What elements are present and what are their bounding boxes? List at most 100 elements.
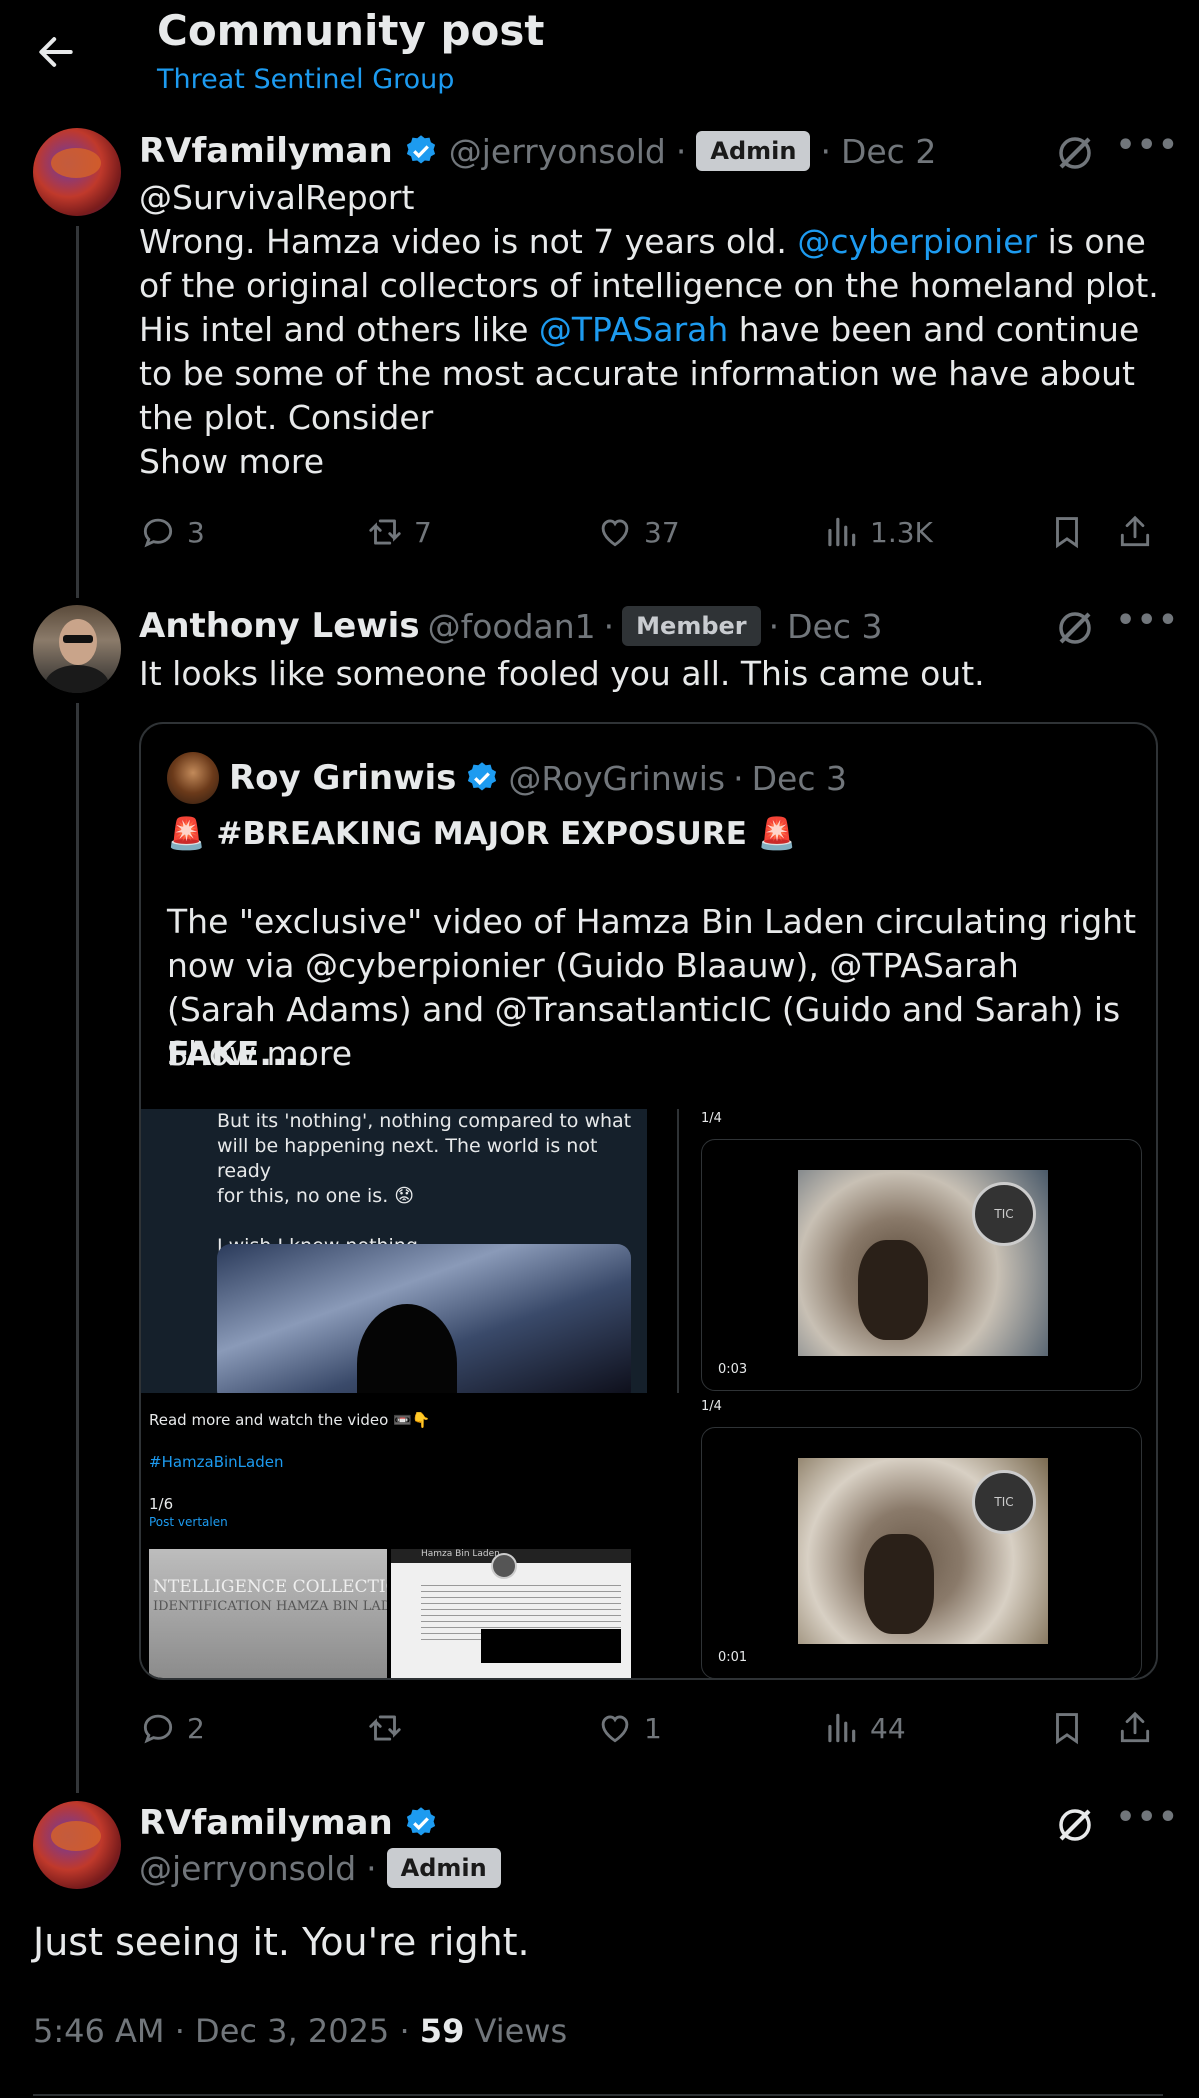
mention-link[interactable]: @cyberpionier bbox=[797, 222, 1037, 261]
analytics-icon bbox=[828, 517, 856, 547]
views-button[interactable]: 44 bbox=[822, 1709, 906, 1747]
caption-line: for this, no one is. 😟 bbox=[217, 1185, 415, 1207]
avatar bbox=[167, 752, 219, 804]
document-cover: NTELLIGENCE COLLECTIO IDENTIFICATION HAM… bbox=[149, 1549, 387, 1678]
separator: · bbox=[174, 2012, 196, 2050]
back-button[interactable] bbox=[34, 30, 78, 74]
author-name[interactable]: Anthony Lewis bbox=[139, 606, 420, 646]
post-header: Anthony Lewis @foodan1 · Member · Dec 3 bbox=[139, 603, 882, 649]
quote-header: Roy Grinwis @RoyGrinwis · Dec 3 bbox=[229, 752, 847, 804]
like-button[interactable]: 1 bbox=[596, 1709, 662, 1747]
video-counter: 1/4 bbox=[701, 1111, 722, 1126]
document-page: Hamza Bin Laden bbox=[391, 1549, 631, 1678]
repost-count: 7 bbox=[414, 515, 432, 549]
media-image-2[interactable]: Read more and watch the video 📼👇 #HamzaB… bbox=[141, 1399, 647, 1678]
post-header: RVfamilyman @jerryonsold · Admin · Dec 2 bbox=[139, 128, 936, 174]
views-button[interactable]: 1.3K bbox=[822, 513, 933, 551]
avatar[interactable] bbox=[33, 1801, 121, 1889]
video-duration: 0:03 bbox=[718, 1362, 748, 1377]
divider bbox=[677, 1109, 679, 1393]
grok-icon[interactable] bbox=[1054, 132, 1096, 174]
mention-link[interactable]: @SurvivalReport bbox=[139, 176, 414, 220]
post-time[interactable]: 5:46 AM bbox=[33, 2012, 165, 2050]
more-options-icon[interactable]: ••• bbox=[1116, 603, 1180, 638]
hashtag-link: #HamzaBinLaden bbox=[149, 1453, 284, 1471]
media-video-1[interactable]: 1/4 TIC 0:03 bbox=[697, 1109, 1142, 1393]
like-count: 37 bbox=[644, 515, 680, 549]
tic-logo-icon: TIC bbox=[972, 1470, 1036, 1534]
quote-text-part: The "exclusive" video of Hamza Bin Laden… bbox=[167, 902, 1137, 1029]
separator: · bbox=[820, 131, 831, 171]
more-options-icon[interactable]: ••• bbox=[1116, 128, 1180, 163]
views-count: 59 bbox=[419, 2012, 465, 2050]
reply-button[interactable]: 3 bbox=[139, 513, 205, 551]
post-date[interactable]: Dec 3 bbox=[787, 607, 882, 646]
author-handle[interactable]: @jerryonsold bbox=[139, 1849, 356, 1888]
repost-button[interactable]: 7 bbox=[366, 513, 432, 551]
repost-icon bbox=[369, 1715, 401, 1741]
author-handle[interactable]: @foodan1 bbox=[428, 607, 596, 646]
video-still: TIC bbox=[798, 1170, 1048, 1356]
author-handle: @RoyGrinwis bbox=[508, 758, 726, 798]
author-name[interactable]: RVfamilyman bbox=[139, 131, 393, 171]
show-more-link[interactable]: Show more bbox=[167, 1032, 352, 1076]
view-count: 1.3K bbox=[870, 515, 933, 549]
role-badge: Member bbox=[622, 606, 761, 646]
separator: · bbox=[399, 2012, 420, 2050]
separator: · bbox=[675, 131, 687, 171]
post-header: RVfamilyman bbox=[139, 1800, 439, 1846]
post-meta: 5:46 AM · Dec 3, 2025 · 59 Views bbox=[33, 2012, 567, 2050]
reply-icon bbox=[143, 518, 173, 548]
share-icon bbox=[1120, 1711, 1150, 1743]
image-caption: Read more and watch the video 📼👇 bbox=[149, 1411, 431, 1429]
translate-link: Post vertalen bbox=[149, 1515, 228, 1529]
video-frame: TIC 0:03 bbox=[701, 1139, 1142, 1391]
share-icon bbox=[1120, 515, 1150, 547]
share-button[interactable] bbox=[1116, 1709, 1154, 1747]
grok-icon[interactable] bbox=[1054, 607, 1096, 649]
post-full-date[interactable]: Dec 3, 2025 bbox=[195, 2012, 389, 2050]
heart-icon bbox=[601, 1715, 629, 1743]
avatar[interactable] bbox=[33, 605, 121, 693]
views-label: Views bbox=[474, 2012, 568, 2050]
bookmark-icon bbox=[1056, 517, 1078, 549]
mention-link[interactable]: @TPASarah bbox=[539, 310, 728, 349]
verified-badge-icon bbox=[406, 135, 435, 164]
image-caption: But its 'nothing', nothing compared to w… bbox=[217, 1109, 637, 1259]
show-more-link[interactable]: Show more bbox=[139, 440, 324, 484]
author-name[interactable]: RVfamilyman bbox=[139, 1803, 393, 1843]
more-options-icon[interactable]: ••• bbox=[1116, 1800, 1180, 1835]
share-button[interactable] bbox=[1116, 513, 1154, 551]
video-still: TIC bbox=[798, 1458, 1048, 1644]
avatar[interactable] bbox=[33, 128, 121, 216]
post-date[interactable]: Dec 2 bbox=[841, 132, 936, 171]
verified-badge-icon bbox=[406, 1807, 435, 1836]
video-duration: 0:01 bbox=[718, 1650, 748, 1665]
bookmark-button[interactable] bbox=[1048, 1709, 1086, 1747]
document-title: NTELLIGENCE COLLECTIO bbox=[153, 1577, 387, 1597]
headline-text: #BREAKING MAJOR EXPOSURE bbox=[216, 816, 747, 852]
media-image-1[interactable]: But its 'nothing', nothing compared to w… bbox=[141, 1109, 647, 1393]
bookmark-button[interactable] bbox=[1048, 513, 1086, 551]
document-subtitle: IDENTIFICATION HAMZA BIN LADEN bbox=[153, 1599, 387, 1614]
grok-icon[interactable] bbox=[1054, 1804, 1096, 1846]
post-text: Wrong. Hamza video is not 7 years old. @… bbox=[139, 220, 1159, 440]
reply-count: 2 bbox=[187, 1711, 205, 1745]
author-handle[interactable]: @jerryonsold bbox=[449, 132, 666, 171]
like-button[interactable]: 37 bbox=[596, 513, 680, 551]
quoted-post[interactable]: Roy Grinwis @RoyGrinwis · Dec 3 🚨 #BREAK… bbox=[139, 722, 1158, 1680]
analytics-icon bbox=[828, 1713, 856, 1743]
post-text: It looks like someone fooled you all. Th… bbox=[139, 654, 985, 693]
reply-button[interactable]: 2 bbox=[139, 1709, 205, 1747]
separator: · bbox=[366, 1848, 377, 1888]
post-subheader: @jerryonsold · Admin bbox=[139, 1845, 501, 1891]
role-badge: Admin bbox=[386, 1848, 501, 1888]
reply-icon bbox=[143, 1714, 173, 1744]
media-video-2[interactable]: 1/4 TIC 0:01 bbox=[697, 1399, 1142, 1678]
like-count: 1 bbox=[644, 1711, 662, 1745]
community-name[interactable]: Threat Sentinel Group bbox=[157, 64, 454, 95]
arrow-left-icon bbox=[39, 37, 73, 67]
thread-line bbox=[76, 703, 79, 1793]
video-counter: 1/4 bbox=[701, 1399, 722, 1414]
repost-button[interactable] bbox=[366, 1709, 414, 1747]
